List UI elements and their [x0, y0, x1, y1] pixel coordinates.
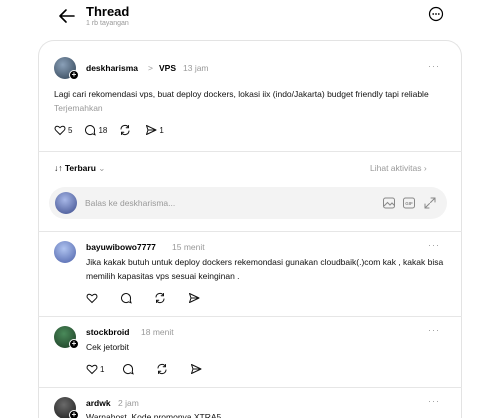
reply-more-icon[interactable]: ··· [428, 325, 440, 335]
heart-icon [86, 293, 98, 304]
comment-button[interactable] [120, 292, 134, 304]
sort-label: Terbaru [64, 163, 96, 173]
comment-icon [85, 125, 97, 136]
reply-time: 2 jam [118, 398, 139, 408]
like-count: 1 [100, 364, 105, 374]
my-avatar [55, 192, 77, 214]
reply-placeholder: Balas ke deskharisma... [85, 198, 176, 208]
follow-plus-icon[interactable]: + [69, 339, 79, 349]
like-count: 5 [68, 125, 73, 135]
view-activity-link[interactable]: Lihat aktivitas › [370, 163, 427, 173]
follow-plus-icon[interactable]: + [69, 410, 79, 418]
comment-count: 18 [98, 125, 108, 135]
comment-button[interactable] [122, 363, 136, 375]
share-count: 1 [159, 125, 164, 135]
translate-link[interactable]: Terjemahkan [54, 103, 103, 113]
post-more-icon[interactable]: ··· [428, 61, 440, 71]
community-separator: > [148, 63, 153, 73]
reply-actions [86, 291, 214, 305]
more-options-icon[interactable] [428, 6, 444, 22]
send-icon [191, 364, 202, 374]
reply-time: 18 menit [141, 327, 174, 337]
reply-time: 15 menit [172, 242, 205, 252]
community-name[interactable]: VPS [159, 63, 176, 73]
send-icon [189, 293, 200, 303]
post-text: Lagi cari rekomendasi vps, buat deploy d… [54, 87, 454, 115]
divider [38, 316, 462, 317]
sort-icon: ↓↑ [54, 163, 63, 173]
post-username[interactable]: deskharisma [86, 63, 138, 73]
reply-text: Cek jetorbit [86, 342, 129, 352]
gif-icon[interactable]: GIF [402, 196, 416, 210]
like-button[interactable]: 5 [54, 124, 72, 136]
repost-button[interactable] [156, 363, 170, 375]
repost-button[interactable] [119, 124, 133, 136]
reply-username[interactable]: ardwk [86, 398, 111, 408]
divider [38, 231, 462, 232]
reply-actions: 1 [86, 362, 216, 376]
like-button[interactable]: 1 [86, 363, 104, 375]
comment-icon [121, 293, 132, 304]
view-count: 1 rb tayangan [86, 20, 129, 27]
post-actions: 5 18 1 [54, 123, 176, 137]
repost-button[interactable] [154, 292, 168, 304]
expand-icon[interactable] [423, 196, 437, 210]
activity-label: Lihat aktivitas [370, 163, 422, 173]
reply-text: Warnahost. Kode promonya XTRA5 [86, 412, 222, 418]
chevron-down-icon: ⌄ [98, 163, 106, 173]
page-title: Thread [86, 4, 130, 19]
post-body: Lagi cari rekomendasi vps, buat deploy d… [54, 89, 429, 99]
heart-icon [54, 125, 66, 136]
post-time: 13 jam [183, 63, 209, 73]
heart-icon [86, 364, 98, 375]
follow-plus-icon[interactable]: + [69, 70, 79, 80]
image-icon[interactable] [382, 196, 396, 210]
chevron-right-icon: › [423, 163, 427, 173]
share-button[interactable] [188, 292, 202, 304]
reply-text: Jika kakak butuh untuk deploy dockers re… [86, 257, 444, 281]
sort-dropdown[interactable]: ↓↑ Terbaru ⌄ [54, 163, 105, 174]
reply-username[interactable]: bayuwibowo7777 [86, 242, 156, 252]
reply-more-icon[interactable]: ··· [428, 240, 440, 250]
reply-more-icon[interactable]: ··· [428, 396, 440, 406]
divider [38, 151, 462, 152]
share-button[interactable]: 1 [145, 124, 164, 136]
send-icon [146, 125, 157, 135]
comment-button[interactable]: 18 [84, 124, 107, 136]
repost-icon [155, 292, 165, 304]
comment-icon [123, 364, 135, 375]
repost-icon [120, 124, 130, 136]
avatar[interactable] [54, 241, 76, 263]
back-arrow-icon[interactable] [57, 6, 77, 26]
svg-text:GIF: GIF [405, 201, 413, 206]
header: Thread 1 rb tayangan [0, 0, 500, 40]
repost-icon [157, 363, 167, 375]
divider [38, 387, 462, 388]
like-button[interactable] [86, 292, 100, 304]
share-button[interactable] [190, 363, 204, 375]
reply-input[interactable]: Balas ke deskharisma... GIF [49, 187, 447, 219]
reply-username[interactable]: stockbroid [86, 327, 129, 337]
